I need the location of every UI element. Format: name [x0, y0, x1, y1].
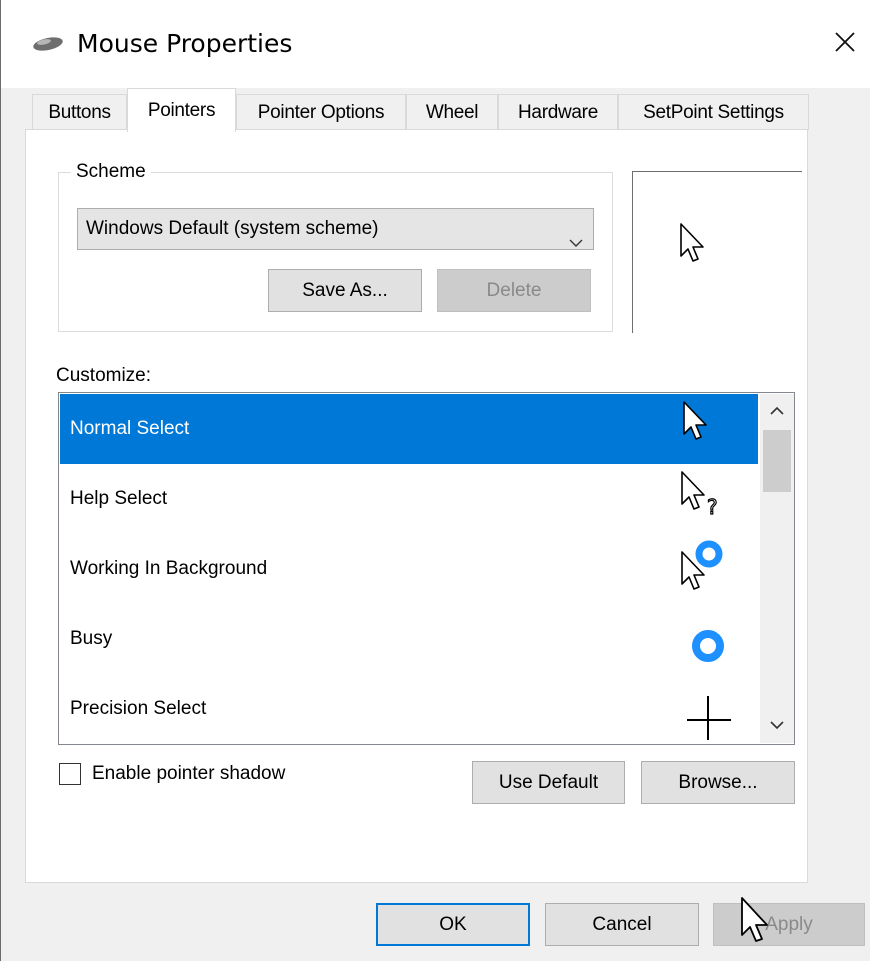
busy-cursor-icon — [678, 610, 738, 670]
chevron-up-icon — [770, 402, 784, 420]
chevron-down-icon — [569, 223, 583, 263]
scheme-legend: Scheme — [71, 159, 151, 185]
tab-wheel[interactable]: Wheel — [406, 94, 498, 130]
mouse-icon — [31, 36, 65, 57]
tab-buttons[interactable]: Buttons — [32, 94, 127, 130]
save-as-button[interactable]: Save As... — [268, 269, 422, 312]
window-title: Mouse Properties — [77, 29, 293, 58]
tab-pointers[interactable]: Pointers — [127, 88, 236, 132]
use-default-button[interactable]: Use Default — [472, 761, 625, 804]
customize-label: Customize: — [56, 365, 152, 386]
scheme-group: Scheme Windows Default (system scheme) S… — [58, 159, 613, 332]
chevron-down-icon — [770, 717, 784, 735]
title-bar: Mouse Properties — [1, 0, 870, 88]
scroll-thumb[interactable] — [763, 430, 791, 492]
help-cursor-icon: ? — [678, 470, 738, 530]
arrow-cursor-icon — [679, 222, 709, 271]
pointer-preview — [632, 171, 802, 333]
tab-setpoint-settings[interactable]: SetPoint Settings — [618, 94, 809, 130]
cursor-list[interactable]: Normal Select Help Select ? Working In B… — [58, 392, 795, 745]
list-item-help-select[interactable]: Help Select ? — [60, 464, 758, 534]
list-item-precision-select[interactable]: Precision Select — [60, 674, 758, 744]
pointer-shadow-label: Enable pointer shadow — [92, 763, 286, 784]
arrow-cursor-icon — [678, 400, 738, 460]
list-item-working-in-background[interactable]: Working In Background — [60, 534, 758, 604]
working-cursor-icon — [678, 540, 738, 600]
close-icon — [834, 31, 856, 58]
close-button[interactable] — [819, 18, 870, 70]
scheme-select-value: Windows Default (system scheme) — [86, 218, 379, 239]
mouse-properties-window: Mouse Properties Buttons Pointers Pointe… — [0, 0, 870, 961]
apply-button[interactable]: Apply — [713, 903, 865, 946]
list-item-normal-select[interactable]: Normal Select — [60, 394, 758, 464]
tab-hardware[interactable]: Hardware — [498, 94, 618, 130]
svg-text:?: ? — [707, 495, 718, 519]
scheme-select[interactable]: Windows Default (system scheme) — [77, 208, 594, 250]
list-scrollbar[interactable] — [760, 394, 794, 743]
ok-button[interactable]: OK — [376, 903, 530, 946]
tab-pointer-options[interactable]: Pointer Options — [236, 94, 406, 130]
mouse-pointer-icon — [739, 895, 773, 950]
scroll-up-button[interactable] — [760, 394, 794, 428]
delete-button[interactable]: Delete — [437, 269, 591, 312]
list-item-busy[interactable]: Busy — [60, 604, 758, 674]
scroll-down-button[interactable] — [760, 709, 794, 743]
browse-button[interactable]: Browse... — [641, 761, 795, 804]
pointers-panel: Scheme Windows Default (system scheme) S… — [25, 129, 808, 883]
pointer-shadow-checkbox[interactable] — [59, 763, 81, 785]
cancel-button[interactable]: Cancel — [545, 903, 699, 946]
crosshair-cursor-icon — [678, 680, 738, 740]
